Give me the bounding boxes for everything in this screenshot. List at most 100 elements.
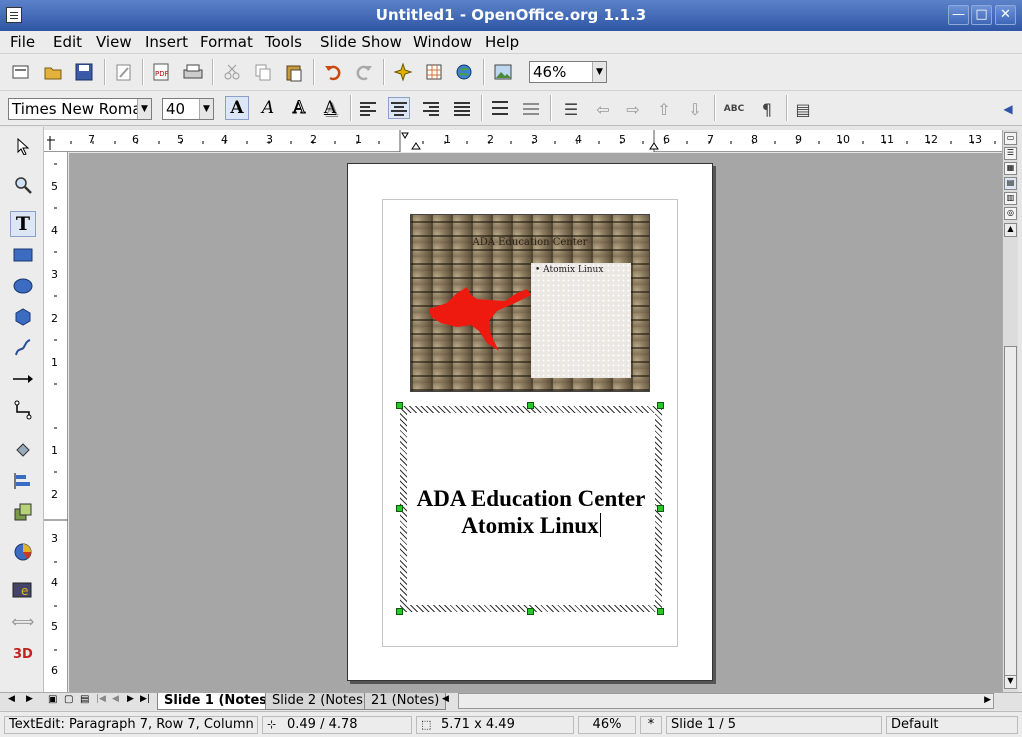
- notes-view-icon[interactable]: ▤: [1004, 177, 1017, 190]
- character-icon[interactable]: ¶: [755, 97, 779, 121]
- arrow-right-icon[interactable]: ⇨: [621, 97, 645, 121]
- menu-format[interactable]: Format: [200, 33, 253, 51]
- 3d-controller-icon[interactable]: 3D: [10, 639, 36, 665]
- italic-button[interactable]: A: [256, 96, 280, 120]
- tab-slide-1-notes[interactable]: Slide 1 (Notes): [157, 693, 280, 710]
- master-mode-icon[interactable]: ▤: [80, 694, 89, 705]
- last-tab-icon[interactable]: ▶|: [140, 694, 150, 704]
- redo-icon[interactable]: [352, 60, 376, 84]
- minimize-button[interactable]: —: [948, 5, 969, 25]
- next-tab-icon[interactable]: ▶: [127, 694, 134, 704]
- vertical-scroll-thumb[interactable]: [1004, 346, 1017, 684]
- alignment-icon[interactable]: [10, 468, 36, 494]
- new-document-icon[interactable]: [9, 60, 33, 84]
- bold-button[interactable]: A: [225, 96, 249, 120]
- justify-icon[interactable]: [451, 97, 473, 119]
- undo-icon[interactable]: [321, 60, 345, 84]
- status-zoom[interactable]: 46%: [578, 716, 636, 734]
- align-right-icon[interactable]: [420, 97, 442, 119]
- outline-view-icon[interactable]: ▤: [791, 97, 815, 121]
- outline-button[interactable]: A: [287, 96, 311, 120]
- chevron-down-icon[interactable]: ▼: [592, 62, 606, 82]
- arrange-icon[interactable]: [10, 499, 36, 525]
- table-icon[interactable]: [422, 60, 446, 84]
- effects-icon[interactable]: [10, 437, 36, 463]
- copy-icon[interactable]: [251, 60, 275, 84]
- slide-thumbnail[interactable]: ADA Education Center • Atomix Linux: [410, 214, 650, 392]
- menu-insert[interactable]: Insert: [145, 33, 188, 51]
- page-mode-icon[interactable]: ▢: [64, 694, 73, 705]
- menu-help[interactable]: Help: [485, 33, 519, 51]
- navigator-star-icon[interactable]: [391, 60, 415, 84]
- paste-icon[interactable]: [282, 60, 306, 84]
- scroll-left-icon[interactable]: ◀: [442, 694, 449, 704]
- prev-tab-icon[interactable]: ◀: [112, 694, 119, 704]
- outline-view-icon[interactable]: ☰: [1004, 147, 1017, 160]
- resize-handle-right[interactable]: [657, 505, 664, 512]
- edit-file-icon[interactable]: [112, 60, 136, 84]
- menu-slide-show[interactable]: Slide Show: [320, 33, 402, 51]
- 3d-cube-icon[interactable]: [10, 304, 36, 330]
- menu-edit[interactable]: Edit: [53, 33, 82, 51]
- document-workspace[interactable]: ADA Education Center • Atomix Linux ADA …: [69, 153, 1002, 692]
- cut-icon[interactable]: [220, 60, 244, 84]
- open-folder-icon[interactable]: [41, 60, 65, 84]
- status-layout[interactable]: Default: [886, 716, 1018, 734]
- shadow-button[interactable]: A: [318, 96, 342, 120]
- tab-21-notes[interactable]: 21 (Notes): [364, 693, 447, 710]
- text-tool-icon[interactable]: T: [10, 211, 36, 237]
- resize-handle-bottom-right[interactable]: [657, 608, 664, 615]
- menu-file[interactable]: File: [10, 33, 35, 51]
- resize-handle-top[interactable]: [527, 402, 534, 409]
- resize-handle-bottom[interactable]: [527, 608, 534, 615]
- resize-handle-top-right[interactable]: [657, 402, 664, 409]
- tab-slide-2-notes[interactable]: Slide 2 (Notes): [265, 693, 375, 710]
- scroll-down-icon[interactable]: ▼: [1004, 675, 1017, 689]
- font-size-combo[interactable]: 40 ▼: [162, 98, 214, 120]
- zoom-magnifier-icon[interactable]: [10, 172, 36, 198]
- zoom-combo[interactable]: 46% ▼: [529, 61, 607, 83]
- rectangle-icon[interactable]: [10, 242, 36, 268]
- resize-handle-top-left[interactable]: [396, 402, 403, 409]
- menu-view[interactable]: View: [96, 33, 132, 51]
- handout-view-icon[interactable]: ▥: [1004, 192, 1017, 205]
- vertical-scrollbar[interactable]: ▭ ☰ ▦ ▤ ▥ ◎ ▲ ▼: [1002, 130, 1018, 692]
- menu-tools[interactable]: Tools: [265, 33, 302, 51]
- bullet-list-icon[interactable]: ☰: [559, 97, 583, 121]
- resize-handle-bottom-left[interactable]: [396, 608, 403, 615]
- gallery-image-icon[interactable]: [491, 60, 515, 84]
- close-button[interactable]: ✕: [995, 5, 1016, 25]
- select-arrow-icon[interactable]: [10, 133, 36, 159]
- paragraph-spacing-icon[interactable]: [520, 97, 542, 119]
- notes-page[interactable]: ADA Education Center • Atomix Linux ADA …: [347, 163, 713, 681]
- maximize-button[interactable]: □: [971, 5, 992, 25]
- arrow-down-icon[interactable]: ⇩: [683, 97, 707, 121]
- slideshow-view-icon[interactable]: ◎: [1004, 207, 1017, 220]
- hyperlink-globe-icon[interactable]: [452, 60, 476, 84]
- vertical-ruler[interactable]: 5 4 3 2 1 1 2 3 4 5 6: [44, 152, 68, 692]
- connector-icon[interactable]: [10, 397, 36, 423]
- notes-text-frame[interactable]: ADA Education Center Atomix Linux: [400, 406, 662, 612]
- export-pdf-icon[interactable]: PDF: [150, 60, 174, 84]
- resize-handle-left[interactable]: [396, 505, 403, 512]
- line-spacing-icon[interactable]: [489, 97, 511, 119]
- insert-chart-icon[interactable]: [10, 539, 36, 565]
- line-arrow-icon[interactable]: [10, 366, 36, 392]
- save-icon[interactable]: [72, 60, 96, 84]
- chevron-down-icon[interactable]: ▼: [137, 99, 151, 119]
- ellipse-icon[interactable]: [10, 273, 36, 299]
- menu-window[interactable]: Window: [413, 33, 472, 51]
- toolbar-expand-icon[interactable]: ◀: [996, 97, 1020, 121]
- spellcheck-icon[interactable]: ABC: [722, 97, 746, 121]
- horizontal-ruler[interactable]: 7 6 5 4 3 2 1 1 2 3 4 5 6 7 8 9 10 11 12…: [44, 130, 1002, 152]
- align-left-icon[interactable]: [357, 97, 379, 119]
- scroll-tabs-right-icon[interactable]: ▶: [26, 694, 33, 704]
- scroll-up-icon[interactable]: ▲: [1004, 223, 1017, 237]
- layer-mode-icon[interactable]: ▣: [48, 694, 57, 705]
- 3d-rotate-icon[interactable]: ⟺: [10, 608, 36, 634]
- drawing-view-icon[interactable]: ▭: [1004, 132, 1017, 145]
- slides-view-icon[interactable]: ▦: [1004, 162, 1017, 175]
- align-center-icon[interactable]: [388, 97, 410, 119]
- 3d-objects-icon[interactable]: e: [10, 577, 36, 603]
- print-icon[interactable]: [181, 60, 205, 84]
